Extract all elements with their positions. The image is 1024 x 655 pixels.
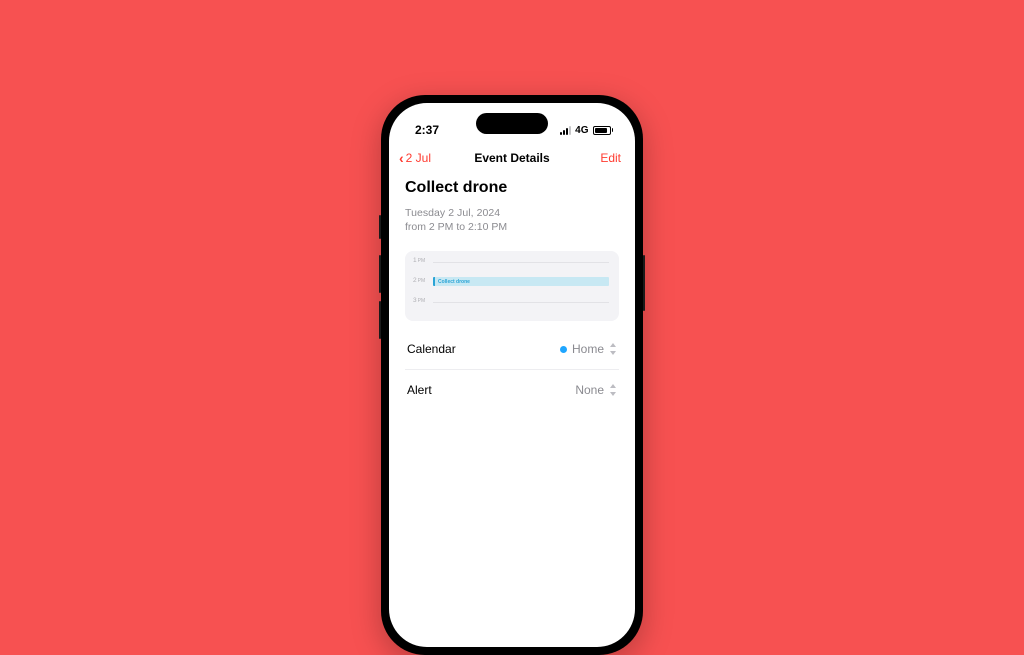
up-down-chevron-icon: [609, 384, 617, 396]
back-button[interactable]: ‹ 2 Jul: [399, 151, 431, 165]
content: Collect drone Tuesday 2 Jul, 2024 from 2…: [389, 173, 635, 647]
battery-icon: [593, 126, 614, 135]
calendar-row[interactable]: Calendar Home: [405, 329, 619, 370]
event-date: Tuesday 2 Jul, 2024: [405, 207, 619, 219]
event-time: from 2 PM to 2:10 PM: [405, 221, 619, 233]
edit-button[interactable]: Edit: [600, 151, 621, 165]
status-time: 2:37: [415, 123, 439, 137]
timeline-hour-label: 3PM: [413, 297, 425, 304]
timeline-hour-label: 1PM: [413, 257, 425, 264]
timeline-hour-label: 2PM: [413, 277, 425, 284]
timeline-gridline: [433, 262, 609, 263]
chevron-left-icon: ‹: [399, 151, 404, 165]
rows-region: Calendar Home Alert None: [405, 329, 619, 410]
alert-row[interactable]: Alert None: [405, 370, 619, 410]
network-label: 4G: [575, 125, 588, 136]
side-button: [379, 215, 381, 239]
nav-bar: ‹ 2 Jul Event Details Edit: [389, 145, 635, 173]
status-right: 4G: [560, 125, 613, 136]
calendar-value-text: Home: [572, 342, 604, 356]
alert-value-text: None: [575, 383, 604, 397]
row-value: Home: [560, 342, 617, 356]
phone-frame: 2:37 4G ‹ 2 Jul Event Details Edit Coll: [381, 95, 643, 655]
timeline-event-label: Collect drone: [438, 279, 470, 285]
mini-timeline[interactable]: 1PM 2PM Collect drone 3PM: [405, 251, 619, 321]
row-label: Alert: [407, 383, 432, 397]
row-label: Calendar: [407, 342, 456, 356]
dynamic-island: [476, 113, 548, 134]
phone-screen: 2:37 4G ‹ 2 Jul Event Details Edit Coll: [389, 103, 635, 647]
side-button: [379, 255, 381, 293]
event-title: Collect drone: [405, 179, 619, 197]
signal-icon: [560, 126, 571, 135]
side-button: [643, 255, 645, 311]
calendar-color-dot: [560, 346, 567, 353]
back-label: 2 Jul: [406, 151, 431, 165]
up-down-chevron-icon: [609, 343, 617, 355]
timeline-gridline: [433, 302, 609, 303]
row-value: None: [575, 383, 617, 397]
timeline-event-block[interactable]: Collect drone: [433, 277, 609, 286]
side-button: [379, 301, 381, 339]
